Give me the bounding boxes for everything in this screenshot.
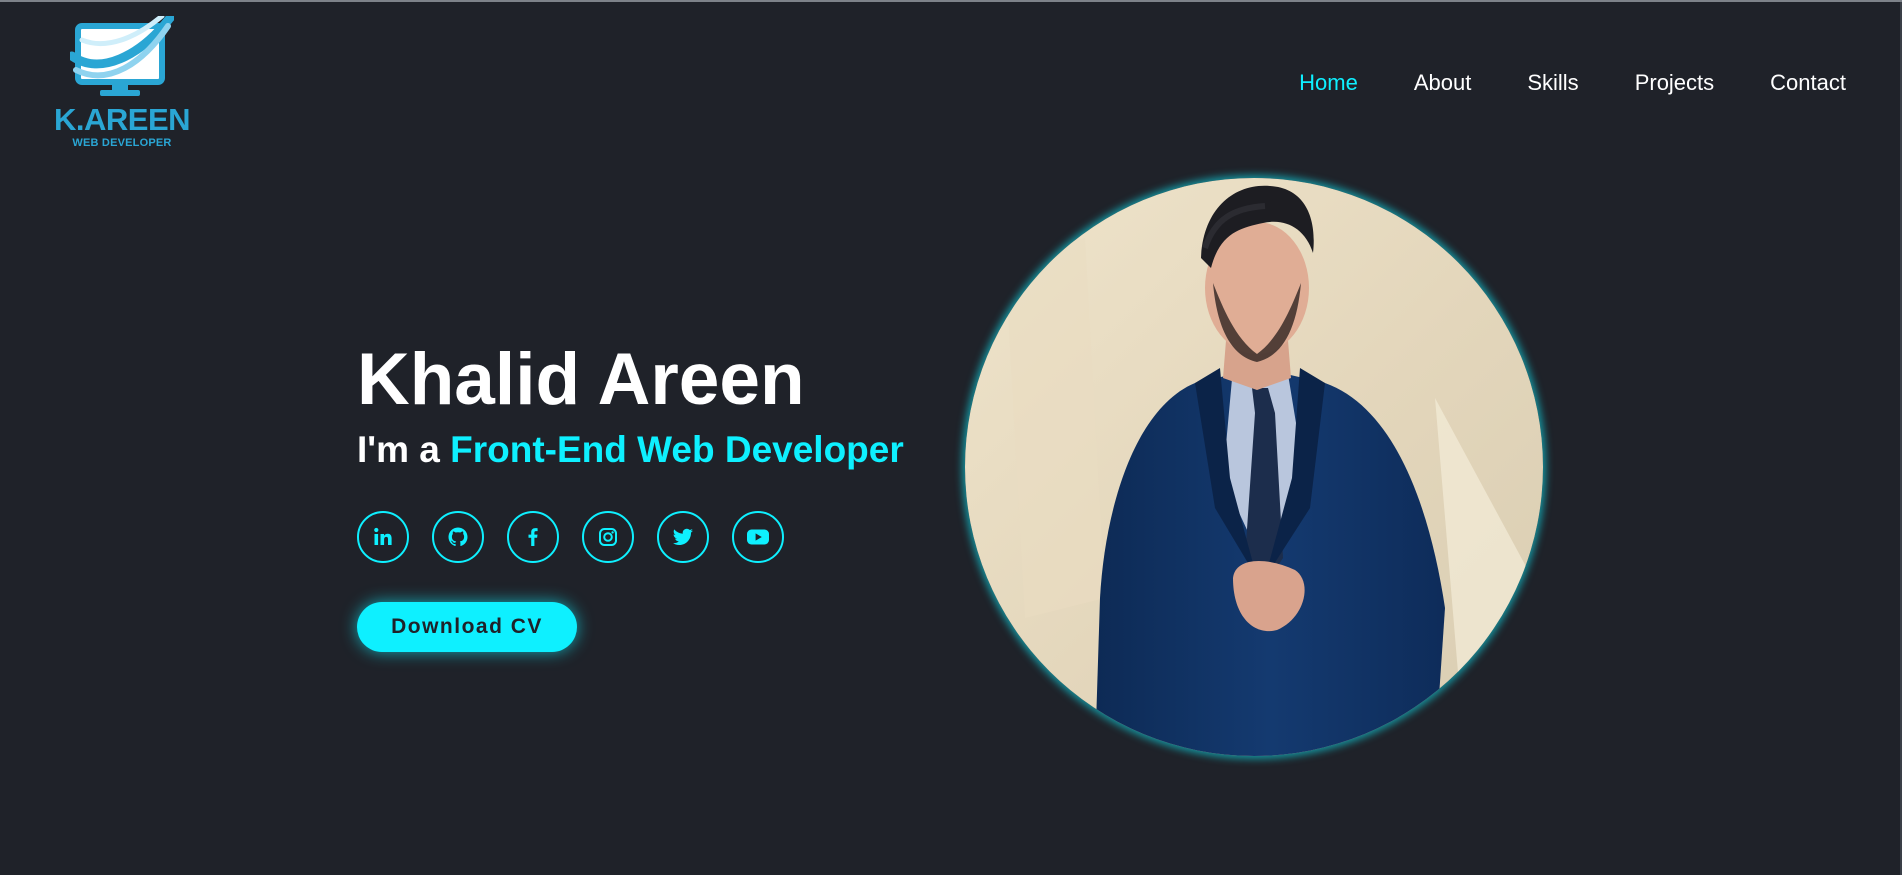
nav-contact[interactable]: Contact — [1770, 66, 1846, 100]
nav-about[interactable]: About — [1414, 66, 1472, 100]
hero-role: I'm a Front-End Web Developer — [357, 428, 904, 472]
github-link[interactable] — [432, 511, 484, 563]
portrait-illustration — [965, 178, 1543, 756]
nav-projects[interactable]: Projects — [1635, 66, 1714, 100]
github-icon — [448, 527, 468, 547]
facebook-icon — [528, 528, 538, 546]
instagram-link[interactable] — [582, 511, 634, 563]
brand-tagline: WEB DEVELOPER — [72, 137, 172, 149]
youtube-link[interactable] — [732, 511, 784, 563]
brand-name: K.AREEN — [54, 102, 191, 137]
twitter-icon — [672, 528, 693, 545]
hero-name: Khalid Areen — [357, 339, 805, 420]
role-prefix: I'm a — [357, 429, 451, 470]
twitter-link[interactable] — [657, 511, 709, 563]
social-links — [357, 511, 784, 563]
page: K.AREEN WEB DEVELOPER Home About Skills … — [0, 0, 1902, 875]
monitor-swoosh-icon — [70, 16, 174, 96]
instagram-icon — [599, 528, 617, 546]
linkedin-link[interactable] — [357, 511, 409, 563]
portrait-photo — [965, 178, 1543, 756]
main-nav: Home About Skills Projects Contact — [1299, 66, 1846, 100]
brand-logo[interactable]: K.AREEN WEB DEVELOPER — [54, 16, 191, 150]
role-highlight: Front-End Web Developer — [450, 429, 904, 470]
nav-home[interactable]: Home — [1299, 66, 1358, 100]
linkedin-icon — [374, 527, 392, 545]
download-cv-button[interactable]: Download CV — [357, 602, 577, 652]
facebook-link[interactable] — [507, 511, 559, 563]
nav-skills[interactable]: Skills — [1527, 66, 1578, 100]
youtube-icon — [747, 529, 769, 545]
